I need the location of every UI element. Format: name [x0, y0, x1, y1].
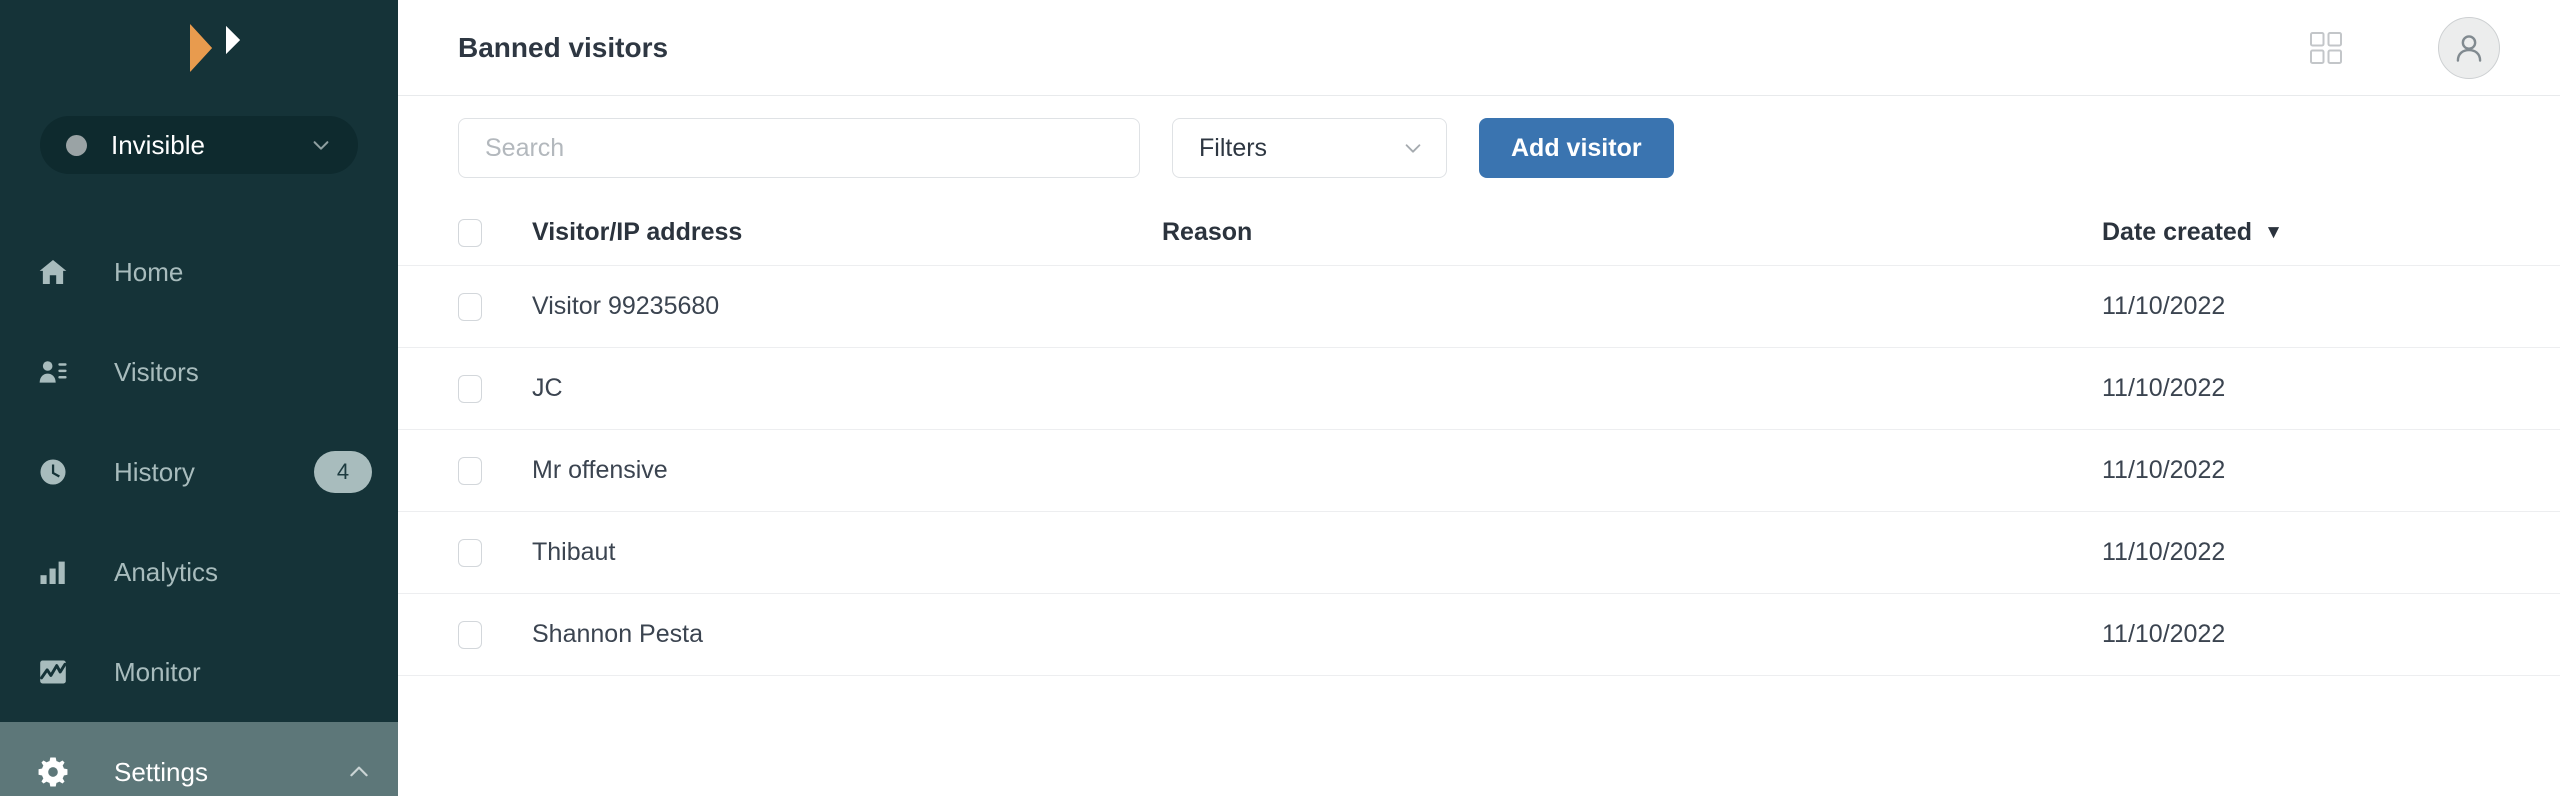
sidebar-item-history[interactable]: History 4: [0, 422, 398, 522]
cell-visitor: Shannon Pesta: [532, 620, 703, 648]
cell-date: 11/10/2022: [2102, 292, 2226, 320]
sidebar-item-label: Visitors: [114, 356, 199, 387]
bar-chart-icon: [36, 555, 70, 589]
sidebar-item-monitor[interactable]: Monitor: [0, 622, 398, 722]
sidebar-nav: Home Visitors History 4 Analytics Monito…: [0, 222, 398, 796]
sidebar-item-analytics[interactable]: Analytics: [0, 522, 398, 622]
column-header-date[interactable]: Date created ▼: [2102, 218, 2560, 247]
history-badge: 4: [314, 451, 372, 493]
sidebar-item-label: History: [114, 456, 195, 487]
column-header-date-label: Date created: [2102, 218, 2253, 246]
app-grid-icon[interactable]: [2310, 31, 2342, 64]
gear-icon: [36, 755, 70, 789]
table-header-row: Visitor/IP address Reason Date created ▼: [398, 200, 2560, 266]
status-selector[interactable]: Invisible: [40, 116, 358, 174]
sidebar-item-settings[interactable]: Settings: [0, 722, 398, 796]
cell-date: 11/10/2022: [2102, 620, 2226, 648]
row-checkbox[interactable]: [458, 374, 482, 403]
visitors-icon: [36, 355, 70, 389]
row-checkbox[interactable]: [458, 456, 482, 485]
search-box[interactable]: [458, 118, 1140, 178]
sort-descending-icon: ▼: [2264, 222, 2283, 243]
filters-label: Filters: [1199, 133, 1268, 162]
column-header-visitor[interactable]: Visitor/IP address: [532, 218, 1162, 247]
table-toolbar: Filters Add visitor: [398, 96, 2560, 200]
table-row[interactable]: Thibaut 11/10/2022: [398, 512, 2560, 594]
banned-visitors-table: Visitor/IP address Reason Date created ▼…: [398, 200, 2560, 676]
table-row[interactable]: JC 11/10/2022: [398, 348, 2560, 430]
cell-visitor: Mr offensive: [532, 456, 668, 484]
sidebar: Invisible Home Visitors History 4 Analyt…: [0, 0, 398, 796]
clock-icon: [36, 455, 70, 489]
table-row[interactable]: Visitor 99235680 11/10/2022: [398, 266, 2560, 348]
row-checkbox[interactable]: [458, 538, 482, 567]
top-bar: Banned visitors: [398, 0, 2560, 96]
select-all-checkbox[interactable]: [458, 218, 482, 247]
top-bar-actions: [2310, 16, 2500, 79]
diamond-pair-logo-icon: [156, 22, 252, 74]
column-header-reason[interactable]: Reason: [1162, 218, 2102, 247]
home-icon: [36, 255, 70, 289]
cell-date: 11/10/2022: [2102, 374, 2226, 402]
main-content: Banned visitors Search Filters Add visit…: [398, 0, 2560, 796]
sidebar-item-label: Monitor: [114, 656, 201, 687]
status-label: Invisible: [111, 129, 205, 160]
cell-visitor: JC: [532, 374, 563, 402]
add-visitor-button[interactable]: Add visitor: [1479, 118, 1674, 178]
table-row[interactable]: Mr offensive 11/10/2022: [398, 430, 2560, 512]
avatar[interactable]: [2438, 16, 2500, 79]
cell-visitor: Thibaut: [532, 538, 616, 566]
cell-date: 11/10/2022: [2102, 456, 2226, 484]
table-body: Visitor 99235680 11/10/2022 JC 11/10/2022 Mr…: [398, 266, 2560, 676]
brand-logo[interactable]: [0, 0, 398, 96]
search-input[interactable]: [485, 133, 1113, 163]
table-row[interactable]: Shannon Pesta 11/10/2022: [398, 594, 2560, 676]
sidebar-item-home[interactable]: Home: [0, 222, 398, 322]
status-dot-icon: [66, 134, 87, 156]
filters-dropdown[interactable]: Filters: [1172, 118, 1447, 178]
chevron-down-icon: [1402, 137, 1424, 159]
monitor-icon: [36, 655, 70, 689]
sidebar-item-visitors[interactable]: Visitors: [0, 322, 398, 422]
page-title: Banned visitors: [458, 31, 669, 63]
row-checkbox[interactable]: [458, 292, 482, 321]
sidebar-item-label: Home: [114, 256, 184, 287]
cell-visitor: Visitor 99235680: [532, 292, 720, 320]
chevron-up-icon: [346, 759, 372, 785]
cell-date: 11/10/2022: [2102, 538, 2226, 566]
sidebar-item-label: Analytics: [114, 556, 219, 587]
app-root: Invisible Home Visitors History 4 Analyt…: [0, 0, 2560, 796]
sidebar-item-label: Settings: [114, 756, 208, 787]
chevron-down-icon: [310, 134, 332, 156]
row-checkbox[interactable]: [458, 620, 482, 649]
